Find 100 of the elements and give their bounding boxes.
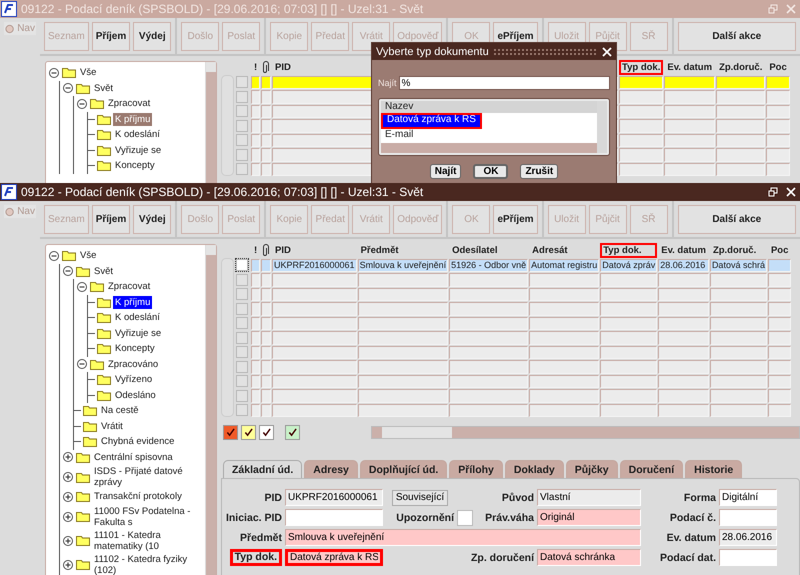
row-checkbox[interactable] xyxy=(236,317,248,330)
row-checkbox[interactable] xyxy=(236,332,248,344)
tree-item[interactable]: Centrální spisovna xyxy=(92,450,175,464)
tree-item[interactable]: Vše xyxy=(78,249,98,262)
tab[interactable]: Adresy xyxy=(304,460,358,478)
search-field[interactable]: % xyxy=(398,76,610,90)
text-field[interactable]: UKPRF2016000061 xyxy=(285,489,383,506)
tree-item[interactable]: K příjmu xyxy=(113,112,152,126)
collapse-icon[interactable] xyxy=(62,265,74,278)
list-item[interactable]: E-mail xyxy=(381,129,597,141)
expand-icon[interactable] xyxy=(62,451,74,464)
scrollbar[interactable] xyxy=(205,245,216,575)
tree-item[interactable]: Vyřizuje se xyxy=(113,326,164,340)
column-header[interactable]: ! xyxy=(251,243,260,258)
dialog-button[interactable]: Zrušit xyxy=(520,164,558,179)
expand-icon[interactable] xyxy=(62,558,74,570)
column-header[interactable]: Zp.doruč. xyxy=(716,60,766,76)
tree-item[interactable]: 11000 FSv Podatelna - Fakulta s xyxy=(92,504,205,528)
expand-icon[interactable] xyxy=(62,471,74,483)
filter-checkbox[interactable] xyxy=(223,425,238,440)
tree-item[interactable]: K odeslání xyxy=(113,311,162,324)
tree-item[interactable]: Na cestě xyxy=(99,404,140,418)
text-field[interactable]: Digitální xyxy=(719,489,777,506)
tree-item[interactable]: K odeslání xyxy=(113,128,162,142)
tree-item[interactable]: Koncepty xyxy=(113,159,157,172)
row-checkbox[interactable] xyxy=(236,105,248,118)
expand-icon[interactable] xyxy=(62,534,74,546)
collapse-icon[interactable] xyxy=(48,250,60,262)
toolbar-button[interactable]: Příjem xyxy=(92,22,130,50)
dialog-button[interactable]: OK xyxy=(473,164,508,179)
column-header[interactable]: Předmět xyxy=(358,243,448,258)
tab[interactable]: Doklady xyxy=(504,460,564,478)
collapse-icon[interactable] xyxy=(76,98,88,110)
filter-checkbox[interactable] xyxy=(259,425,274,440)
row-checkbox[interactable] xyxy=(236,404,248,416)
column-header[interactable]: Typ dok. xyxy=(600,243,658,258)
horizontal-scrollbar[interactable] xyxy=(371,426,800,439)
column-header[interactable]: Ev. datum xyxy=(658,243,709,258)
text-field[interactable] xyxy=(285,509,383,526)
row-checkbox[interactable] xyxy=(236,274,248,286)
collapse-icon[interactable] xyxy=(62,82,74,94)
tree-item[interactable]: Zpracováno xyxy=(106,358,160,371)
row-checkbox[interactable] xyxy=(236,375,248,388)
row-checkbox[interactable] xyxy=(236,120,248,132)
tab[interactable]: Základní úd. xyxy=(223,460,302,478)
collapse-icon[interactable] xyxy=(48,66,60,79)
tree-item[interactable]: Vrátit xyxy=(99,420,125,433)
checkbox[interactable] xyxy=(457,510,473,526)
tree-item[interactable]: Svět xyxy=(92,82,116,95)
filter-checkbox[interactable] xyxy=(241,425,256,440)
filter-checkbox[interactable] xyxy=(285,425,300,440)
column-header[interactable]: Typ dok. xyxy=(619,60,664,76)
tree-item[interactable]: Koncepty xyxy=(113,342,157,356)
row-checkbox[interactable] xyxy=(236,390,248,402)
list-item[interactable]: Datová zpráva k RS xyxy=(381,113,482,129)
text-field[interactable]: Originál xyxy=(537,509,641,526)
tree-item[interactable]: Vyřizuje se xyxy=(113,144,164,157)
text-field[interactable] xyxy=(719,509,777,526)
dialog-button[interactable]: Najít xyxy=(430,164,462,179)
row-checkbox[interactable] xyxy=(236,76,248,88)
toolbar-button[interactable]: Další akce xyxy=(678,204,796,234)
toolbar-button[interactable]: ePříjem xyxy=(493,204,538,234)
text-field[interactable]: Datová schránka xyxy=(537,549,641,566)
tab[interactable]: Přílohy xyxy=(449,460,503,478)
row-checkbox[interactable] xyxy=(236,346,248,358)
row-checkbox[interactable] xyxy=(236,134,248,146)
tree-item[interactable]: 11102 - Katedra fyziky (102) xyxy=(92,552,205,575)
text-field[interactable]: Vlastní xyxy=(537,489,641,506)
tree-item[interactable]: Vše xyxy=(78,66,98,80)
row-checkbox[interactable] xyxy=(236,90,248,103)
column-header[interactable]: Poc xyxy=(766,60,790,76)
column-header[interactable]: Zp.doruč. xyxy=(710,243,767,258)
expand-icon[interactable] xyxy=(62,510,74,522)
tab[interactable]: Historie xyxy=(685,460,742,478)
tree-item[interactable]: Svět xyxy=(92,264,116,278)
column-header[interactable]: PID xyxy=(272,243,357,258)
tree-item[interactable]: ISDS - Přijaté datové zprávy xyxy=(92,465,205,489)
toolbar-button[interactable]: Příjem xyxy=(92,204,130,234)
text-field[interactable]: 28.06.2016 xyxy=(719,529,777,546)
tree-item[interactable]: Zpracovat xyxy=(106,97,152,110)
tab[interactable]: Půjčky xyxy=(566,460,618,478)
row-checkbox[interactable] xyxy=(236,302,248,315)
tree-item[interactable]: 11101 - Katedra matematiky (10 xyxy=(92,528,205,552)
scrollbar[interactable] xyxy=(221,258,234,417)
collapse-icon[interactable] xyxy=(76,280,88,293)
column-header[interactable]: Poc xyxy=(768,243,792,258)
text-field[interactable]: Smlouva k uveřejnění xyxy=(285,529,641,546)
row-checkbox[interactable] xyxy=(236,148,248,161)
row-checkbox[interactable] xyxy=(236,360,248,373)
tree-item[interactable]: K příjmu xyxy=(113,296,152,309)
row-checkbox[interactable] xyxy=(236,259,248,272)
toolbar-button[interactable]: Výdej xyxy=(133,204,172,234)
tree-item[interactable]: Chybná evidence xyxy=(99,435,176,448)
toolbar-button[interactable]: Výdej xyxy=(133,22,172,50)
column-header[interactable]: Odesílatel xyxy=(449,243,528,258)
column-header[interactable]: Ev. datum xyxy=(664,60,716,76)
toolbar-button[interactable]: Další akce xyxy=(678,22,796,50)
tab[interactable]: Doručení xyxy=(620,460,684,478)
related-button[interactable]: Související xyxy=(392,490,448,506)
tab[interactable]: Doplňující úd. xyxy=(360,460,448,478)
